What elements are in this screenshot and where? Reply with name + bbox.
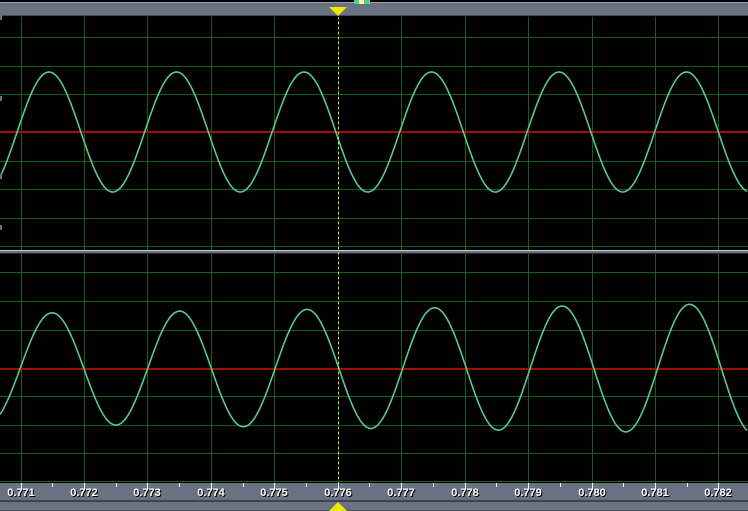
waveform-right-channel bbox=[0, 304, 747, 432]
time-label: 0.782 bbox=[704, 487, 732, 499]
ruler-minor-tick bbox=[623, 483, 624, 487]
left-edge-tick bbox=[0, 174, 2, 179]
time-label: 0.775 bbox=[260, 487, 288, 499]
time-label: 0.771 bbox=[7, 487, 35, 499]
left-edge-tick bbox=[0, 225, 2, 230]
time-label: 0.776 bbox=[324, 487, 352, 499]
ruler-minor-tick bbox=[116, 483, 117, 487]
time-label: 0.778 bbox=[451, 487, 479, 499]
ruler-minor-tick bbox=[496, 483, 497, 487]
ruler-minor-tick bbox=[433, 483, 434, 487]
time-label: 0.772 bbox=[70, 487, 98, 499]
horizontal-scrollbar[interactable] bbox=[0, 2, 748, 16]
left-edge-tick bbox=[0, 96, 2, 101]
time-label: 0.777 bbox=[387, 487, 415, 499]
bottom-marker-strip[interactable] bbox=[0, 502, 748, 511]
time-label: 0.779 bbox=[514, 487, 542, 499]
ruler-minor-tick bbox=[243, 483, 244, 487]
ruler-minor-tick bbox=[52, 483, 53, 487]
time-label: 0.781 bbox=[641, 487, 669, 499]
left-edge-tick bbox=[0, 15, 2, 20]
time-label: 0.773 bbox=[133, 487, 161, 499]
waveform-editor-window: 0.771 0.772 0.773 0.774 0.775 0.776 0.777 0.778… bbox=[0, 0, 748, 511]
ruler-minor-tick bbox=[179, 483, 180, 487]
time-ruler[interactable]: 0.771 0.772 0.773 0.774 0.775 0.776 0.777 0.778… bbox=[0, 483, 748, 500]
ruler-minor-tick bbox=[560, 483, 561, 487]
ruler-minor-tick bbox=[687, 483, 688, 487]
ruler-minor-tick bbox=[306, 483, 307, 487]
playhead-handle-bottom-icon[interactable] bbox=[329, 502, 347, 511]
time-label: 0.780 bbox=[578, 487, 606, 499]
time-label: 0.774 bbox=[197, 487, 225, 499]
playhead-handle-top-icon[interactable] bbox=[329, 7, 347, 16]
waveform-left-channel bbox=[0, 72, 747, 192]
scroll-position-marker[interactable] bbox=[354, 0, 370, 4]
channel-divider[interactable] bbox=[0, 250, 748, 254]
ruler-minor-tick bbox=[369, 483, 370, 487]
playhead-cursor-line bbox=[338, 17, 339, 500]
scroll-position-marker-center bbox=[359, 0, 364, 4]
